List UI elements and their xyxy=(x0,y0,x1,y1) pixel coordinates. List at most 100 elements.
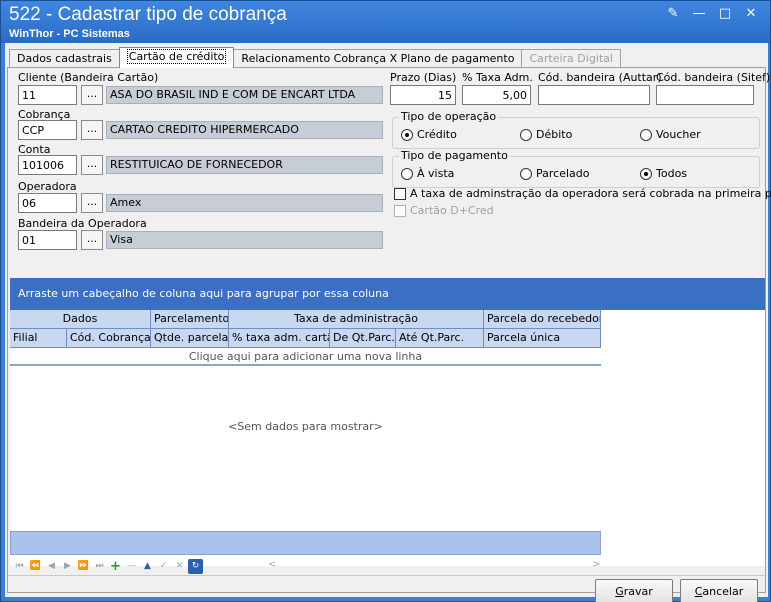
cancel-icon[interactable]: ✕ xyxy=(172,559,187,574)
cobranca-code-input[interactable] xyxy=(18,120,77,140)
prazo-label: Prazo (Dias) xyxy=(390,71,457,84)
tab-dados-cadastrais[interactable]: Dados cadastrais xyxy=(9,49,120,68)
tab-strip: Dados cadastrais Cartão de crédito Relac… xyxy=(9,47,621,68)
cartao-grid: Arraste um cabeçalho de coluna aqui para… xyxy=(10,278,765,574)
tipo-operacao-title: Tipo de operação xyxy=(399,110,499,123)
close-icon[interactable]: ✕ xyxy=(740,5,762,23)
grid-navigator: ⏮ ⏪ ◀ ▶ ⏩ ⏭ + — ▲ ✓ ✕ ↻ xyxy=(12,558,203,574)
bandeira-desc: Visa xyxy=(106,231,383,249)
col-ate-qt-parc[interactable]: Até Qt.Parc. xyxy=(396,329,484,348)
radio-a-vista[interactable]: À vista xyxy=(401,167,454,180)
add-icon[interactable]: + xyxy=(108,559,123,574)
radio-selected-icon xyxy=(640,167,652,180)
cliente-label: Cliente (Bandeira Cartão) xyxy=(18,71,159,84)
cliente-code-input[interactable] xyxy=(18,85,77,105)
operadora-lookup-button[interactable]: ... xyxy=(81,193,103,213)
cliente-desc: ASA DO BRASIL IND E COM DE ENCART LTDA xyxy=(106,86,383,104)
client-area: Dados cadastrais Cartão de crédito Relac… xyxy=(5,43,771,602)
taxa-label: % Taxa Adm. xyxy=(462,71,533,84)
tab-carteira-digital: Carteira Digital xyxy=(521,49,621,68)
bandeira-label: Bandeira da Operadora xyxy=(18,217,147,230)
cod-sitef-input[interactable] xyxy=(656,85,754,105)
tab-label: Cartão de crédito xyxy=(126,49,227,64)
radio-credito[interactable]: Crédito xyxy=(401,128,457,141)
prev-icon[interactable]: ◀ xyxy=(44,559,59,574)
help-icon[interactable]: ✎ xyxy=(662,5,684,23)
band-parcela-recebedor[interactable]: Parcela do recebedor xyxy=(484,310,601,329)
button-bar xyxy=(8,575,767,576)
remove-icon[interactable]: — xyxy=(124,559,139,574)
radio-unselected-icon xyxy=(520,128,532,141)
chk-taxa-primeira-parcela[interactable]: A taxa de adminstração da operadora será… xyxy=(394,187,771,200)
next-icon[interactable]: ▶ xyxy=(60,559,75,574)
refresh-icon[interactable]: ↻ xyxy=(188,558,203,574)
cancel-button[interactable]: Cancelar xyxy=(680,579,758,602)
cobranca-lookup-button[interactable]: ... xyxy=(81,120,103,140)
grid-footer xyxy=(10,531,601,555)
radio-unselected-icon xyxy=(401,167,413,180)
radio-unselected-icon xyxy=(640,128,652,141)
col-de-qt-parc[interactable]: De Qt.Parc. xyxy=(330,329,396,348)
radio-label: À vista xyxy=(417,167,455,180)
title-bar[interactable]: 522 - Cadastrar tipo de cobrança WinThor… xyxy=(1,1,770,43)
next-page-icon[interactable]: ⏩ xyxy=(76,559,91,574)
cod-sitef-label: Cód. bandeira (Sitef) xyxy=(656,71,771,84)
col-qtde-parcelas[interactable]: Qtde. parcelas xyxy=(151,329,229,348)
bandeira-lookup-button[interactable]: ... xyxy=(81,230,103,250)
checkbox-icon xyxy=(394,187,406,200)
last-icon[interactable]: ⏭ xyxy=(92,559,107,574)
scroll-left-icon[interactable]: < xyxy=(268,559,276,570)
tab-cartao-credito[interactable]: Cartão de crédito xyxy=(118,47,235,68)
maximize-icon[interactable]: □ xyxy=(714,5,736,23)
operadora-desc: Amex xyxy=(106,194,383,212)
band-parcelamento[interactable]: Parcelamento xyxy=(151,310,229,329)
window-title: 522 - Cadastrar tipo de cobrança xyxy=(9,4,287,25)
minimize-icon[interactable]: — xyxy=(688,5,710,23)
band-taxa-administracao[interactable]: Taxa de administração xyxy=(229,310,484,329)
col-filial[interactable]: Filial xyxy=(10,329,67,348)
radio-voucher[interactable]: Voucher xyxy=(640,128,701,141)
radio-todos[interactable]: Todos xyxy=(640,167,687,180)
post-icon[interactable]: ✓ xyxy=(156,559,171,574)
checkbox-label: A taxa de adminstração da operadora será… xyxy=(410,187,771,200)
band-header-row: Dados Parcelamento Taxa de administração… xyxy=(10,310,601,329)
operadora-code-input[interactable] xyxy=(18,193,77,213)
bandeira-code-input[interactable] xyxy=(18,230,77,250)
window-controls: ✎ — □ ✕ xyxy=(662,5,762,23)
checkbox-label: Cartão D+Cred xyxy=(410,204,494,217)
radio-label: Crédito xyxy=(417,128,457,141)
cliente-lookup-button[interactable]: ... xyxy=(81,85,103,105)
tab-label: Dados cadastrais xyxy=(17,52,112,65)
tab-label: Relacionamento Cobrança X Plano de pagam… xyxy=(241,52,515,65)
conta-code-input[interactable] xyxy=(18,155,77,175)
cod-auttar-label: Cód. bandeira (Auttar) xyxy=(538,71,662,84)
chk-cartao-dcred: Cartão D+Cred xyxy=(394,204,494,217)
radio-label: Voucher xyxy=(656,128,701,141)
tab-relacionamento[interactable]: Relacionamento Cobrança X Plano de pagam… xyxy=(233,49,523,68)
new-row-prompt[interactable]: Clique aqui para adicionar uma nova linh… xyxy=(10,348,601,366)
taxa-input[interactable] xyxy=(462,85,531,105)
tipo-pagamento-group: Tipo de pagamento À vista Parcelado Todo… xyxy=(392,149,760,188)
tipo-pagamento-title: Tipo de pagamento xyxy=(399,149,510,162)
radio-parcelado[interactable]: Parcelado xyxy=(520,167,590,180)
conta-lookup-button[interactable]: ... xyxy=(81,155,103,175)
group-by-panel[interactable]: Arraste um cabeçalho de coluna aqui para… xyxy=(10,278,765,310)
save-button[interactable]: Gravar xyxy=(595,579,673,602)
cobranca-desc: CARTAO CREDITO HIPERMERCADO xyxy=(106,121,383,139)
col-parcela-unica[interactable]: Parcela única xyxy=(484,329,601,348)
col-cod-cobranca[interactable]: Cód. Cobrança xyxy=(67,329,151,348)
first-icon[interactable]: ⏮ xyxy=(12,559,27,574)
no-data-message: <Sem dados para mostrar> xyxy=(228,420,383,433)
cod-auttar-input[interactable] xyxy=(538,85,650,105)
edit-icon[interactable]: ▲ xyxy=(140,559,155,574)
radio-selected-icon xyxy=(401,128,413,141)
prev-page-icon[interactable]: ⏪ xyxy=(28,559,43,574)
radio-label: Débito xyxy=(536,128,573,141)
scroll-right-icon[interactable]: > xyxy=(592,559,600,570)
col-taxa-adm-cartao[interactable]: % taxa adm. cartão xyxy=(229,329,330,348)
radio-unselected-icon xyxy=(520,167,532,180)
band-dados[interactable]: Dados xyxy=(10,310,151,329)
tab-label: Carteira Digital xyxy=(529,52,613,65)
radio-debito[interactable]: Débito xyxy=(520,128,572,141)
prazo-input[interactable] xyxy=(390,85,456,105)
